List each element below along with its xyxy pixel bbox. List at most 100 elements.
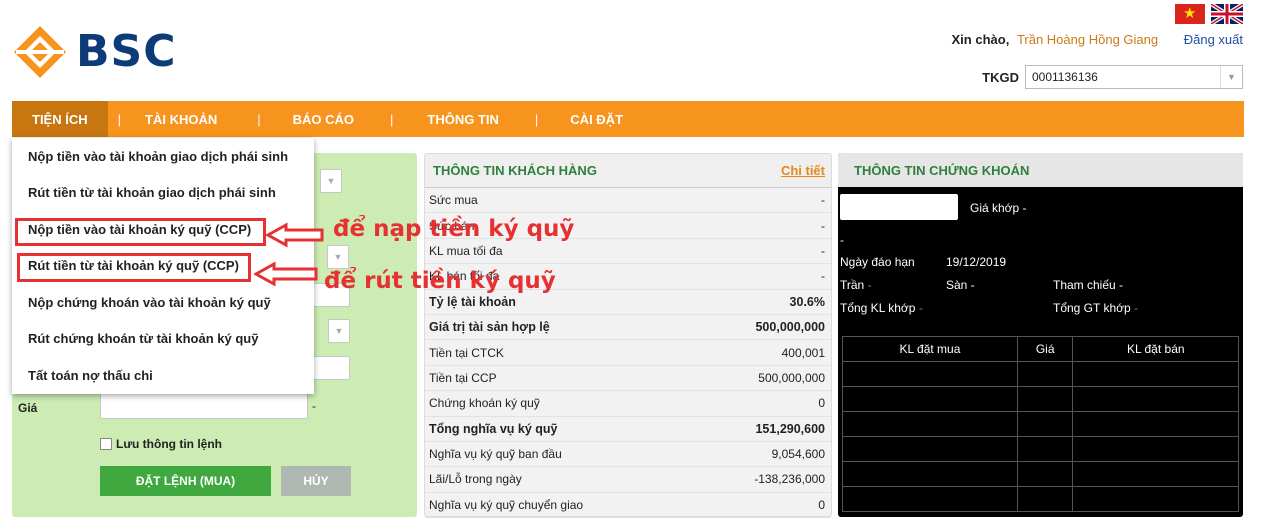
customer-row-label: Tiền tại CTCK <box>429 345 504 360</box>
place-buy-order-button[interactable]: ĐẶT LỆNH (MUA) <box>100 466 271 496</box>
reference-price: Tham chiếu - <box>1053 278 1124 292</box>
account-value: 0001136136 <box>1032 70 1098 84</box>
nav-separator: | <box>390 111 394 127</box>
header-sell-volume: KL đặt bán <box>1072 336 1239 362</box>
language-flags: ★ <box>1175 4 1243 24</box>
nav-separator: | <box>117 111 122 127</box>
customer-row-label: Tổng nghĩa vụ ký quỹ <box>429 421 558 436</box>
order-input[interactable] <box>312 356 350 380</box>
account-selector: TKGD 0001136136 ▼ <box>982 65 1243 89</box>
customer-row: Nghĩa vụ ký quỹ ban đầu 9,054,600 <box>425 442 831 468</box>
bsc-logo[interactable]: BSC <box>10 22 220 82</box>
customer-row-label: KL mua tối đa <box>429 243 503 258</box>
customer-row-label: Tỷ lệ tài khoản <box>429 294 516 309</box>
customer-row-label: Nghĩa vụ ký quỹ chuyển giao <box>429 497 584 512</box>
logout-link[interactable]: Đăng xuất <box>1184 32 1243 47</box>
user-name: Trần Hoàng Hồng Giang <box>1016 32 1159 47</box>
customer-panel-title: THÔNG TIN KHÁCH HÀNG <box>433 163 597 178</box>
chevron-down-icon[interactable]: ▼ <box>328 319 350 343</box>
checkbox-box[interactable] <box>100 438 112 450</box>
table-row <box>842 411 1239 437</box>
price-dash: - <box>312 399 316 413</box>
nav-thong-tin[interactable]: THÔNG TIN <box>403 101 525 137</box>
order-book-header: KL đặt mua Giá KL đặt bán <box>842 336 1239 362</box>
greeting-text: Xin chào, <box>951 32 1010 47</box>
order-book-table: KL đặt mua Giá KL đặt bán <box>842 336 1239 512</box>
nav-separator: | <box>534 111 539 127</box>
arrow-left-icon <box>254 261 318 287</box>
customer-panel-header: THÔNG TIN KHÁCH HÀNG Chi tiết <box>425 154 831 188</box>
customer-row-value: 500,000,000 <box>755 320 825 335</box>
total-volume-dash: - <box>918 301 923 315</box>
account-select[interactable]: 0001136136 ▼ <box>1025 65 1243 89</box>
customer-row-label: Chứng khoán ký quỹ <box>429 396 540 411</box>
customer-row-value: -138,236,000 <box>754 472 825 487</box>
total-value-label: Tổng GT khớp <box>1053 301 1131 315</box>
customer-row-value: 30.6% <box>789 294 825 309</box>
maturity-value: 19/12/2019 <box>946 255 1007 269</box>
customer-row-value: - <box>821 218 825 233</box>
menu-item-settle-overdraft[interactable]: Tất toán nợ thấu chi <box>12 357 314 394</box>
customer-row: Nghĩa vụ ký quỹ chuyển giao 0 <box>425 493 831 519</box>
annotation-deposit: để nạp tiền ký quỹ <box>333 216 575 242</box>
save-order-checkbox[interactable]: Lưu thông tin lệnh <box>100 437 222 451</box>
menu-item-deposit-derivative[interactable]: Nộp tiền vào tài khoản giao dịch phái si… <box>12 138 314 175</box>
chevron-down-icon[interactable]: ▼ <box>320 169 342 193</box>
table-row <box>842 461 1239 487</box>
uk-flag-icon[interactable] <box>1211 4 1243 24</box>
menu-item-withdraw-securities[interactable]: Rút chứng khoán từ tài khoản ký quỹ <box>12 321 314 358</box>
bsc-logo-icon <box>14 26 66 78</box>
nav-bao-cao[interactable]: BÁO CÁO <box>271 101 380 137</box>
table-row <box>842 486 1239 512</box>
stock-panel-header: THÔNG TIN CHỨNG KHOÁN <box>838 153 1243 187</box>
table-row <box>842 361 1239 387</box>
floor-price: Sàn - <box>946 278 975 292</box>
brand-name: BSC <box>76 26 177 77</box>
table-row <box>842 436 1239 462</box>
customer-row: Tiền tại CCP 500,000,000 <box>425 366 831 392</box>
ceiling-label: Trần <box>840 278 865 292</box>
cancel-button[interactable]: HỦY <box>281 466 351 496</box>
customer-detail-link[interactable]: Chi tiết <box>781 163 825 178</box>
customer-row: KL mua tối đa - <box>425 239 831 265</box>
customer-info-panel: THÔNG TIN KHÁCH HÀNG Chi tiết Sức mua - Sứ… <box>424 153 832 519</box>
total-volume-label: Tổng KL khớp <box>840 301 916 315</box>
nav-cai-dat[interactable]: CÀI ĐẶT <box>548 101 643 137</box>
price-input[interactable] <box>100 393 308 419</box>
customer-row-label: Sức mua <box>429 193 478 208</box>
customer-row-value: 0 <box>818 497 825 512</box>
customer-row-label: Giá trị tài sản hợp lệ <box>429 320 550 335</box>
customer-row: Tổng nghĩa vụ ký quỹ 151,290,600 <box>425 417 831 442</box>
customer-row: Chứng khoán ký quỹ 0 <box>425 391 831 417</box>
total-value: Tổng GT khớp - <box>1053 301 1138 315</box>
customer-row: Sức mua - <box>425 188 831 214</box>
stock-code-input[interactable] <box>840 194 958 220</box>
price-label: Giá <box>18 401 38 415</box>
nav-separator: | <box>257 111 261 127</box>
match-price: Giá khớp - <box>970 201 1027 215</box>
chevron-down-icon[interactable]: ▼ <box>1220 66 1242 88</box>
customer-row-value: 151,290,600 <box>755 421 825 436</box>
menu-item-deposit-securities[interactable]: Nộp chứng khoán vào tài khoản ký quỹ <box>12 284 314 321</box>
total-volume: Tổng KL khớp - <box>840 301 923 315</box>
maturity-label: Ngày đáo hạn <box>840 255 915 269</box>
table-row <box>842 386 1239 412</box>
menu-item-withdraw-derivative[interactable]: Rút tiền từ tài khoản giao dịch phái sin… <box>12 175 314 212</box>
chevron-down-icon[interactable]: ▼ <box>327 245 349 269</box>
customer-row-label: Lãi/Lỗ trong ngày <box>429 472 522 487</box>
customer-row-value: 400,001 <box>781 345 825 360</box>
vietnam-flag-icon[interactable]: ★ <box>1175 4 1205 24</box>
main-nav: TIỆN ÍCH | TÀI KHOẢN | BÁO CÁO | THÔNG T… <box>12 101 1244 137</box>
stock-info-panel: THÔNG TIN CHỨNG KHOÁN Giá khớp - - Ngày … <box>838 153 1243 517</box>
annotation-withdraw: để rút tiền ký quỹ <box>324 268 556 294</box>
greeting: Xin chào, Trần Hoàng Hồng Giang Đăng xuấ… <box>952 32 1243 47</box>
ceiling-price: Trần - <box>840 278 872 292</box>
customer-row-value: 9,054,600 <box>771 447 825 462</box>
ceiling-dash: - <box>867 278 872 292</box>
header-buy-volume: KL đặt mua <box>842 336 1018 362</box>
nav-tai-khoan[interactable]: TÀI KHOẢN <box>131 101 247 137</box>
highlight-deposit-ccp <box>15 218 266 246</box>
nav-tien-ich[interactable]: TIỆN ÍCH <box>12 101 108 137</box>
customer-row-label: Nghĩa vụ ký quỹ ban đầu <box>429 447 562 462</box>
stock-panel-title: THÔNG TIN CHỨNG KHOÁN <box>854 162 1030 178</box>
